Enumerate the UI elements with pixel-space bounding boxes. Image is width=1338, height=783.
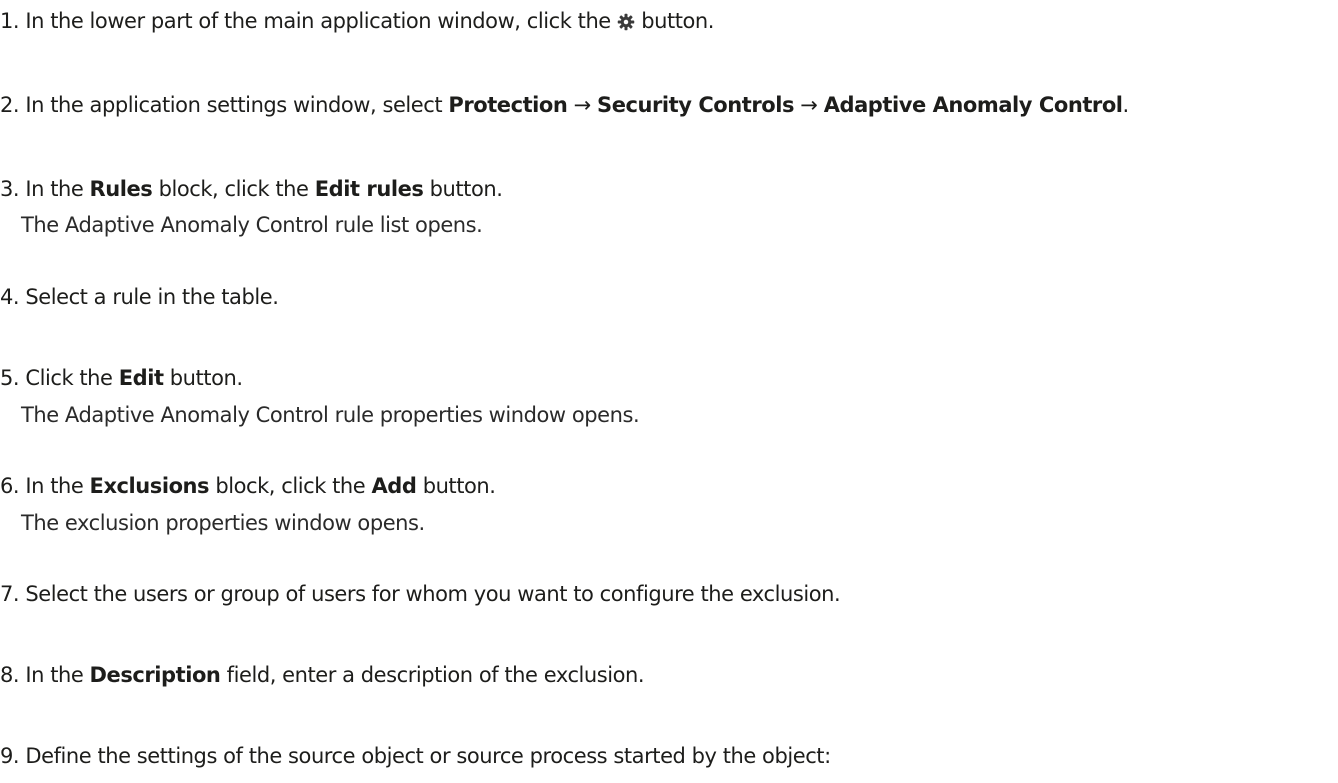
step-7: 7. Select the users or group of users fo… xyxy=(0,582,841,606)
arrow: → xyxy=(573,93,592,117)
step-text: block, click the xyxy=(152,177,315,201)
step-text: button. xyxy=(423,177,503,201)
path-protection: Protection xyxy=(448,93,568,117)
step-text: button. xyxy=(416,474,496,498)
step-text: Select a rule in the table. xyxy=(25,285,279,309)
rules-label: Rules xyxy=(89,177,153,201)
step-text: Define the settings of the source object… xyxy=(25,744,831,768)
step-5-result: The Adaptive Anomaly Control rule proper… xyxy=(21,403,640,427)
step-number: 7. xyxy=(0,582,20,606)
edit-label: Edit xyxy=(118,366,164,390)
step-3-result: The Adaptive Anomaly Control rule list o… xyxy=(21,213,483,237)
step-5: 5. Click the Edit button. xyxy=(0,366,243,390)
path-security-controls: Security Controls xyxy=(597,93,795,117)
gear-icon xyxy=(617,13,635,31)
step-8: 8. In the Description field, enter a des… xyxy=(0,663,645,687)
period: . xyxy=(1122,93,1130,117)
step-text: button. xyxy=(635,9,715,33)
step-number: 3. xyxy=(0,177,20,201)
step-text: Click the xyxy=(25,366,119,390)
step-text: block, click the xyxy=(209,474,372,498)
description-label: Description xyxy=(89,663,221,687)
step-text: field, enter a description of the exclus… xyxy=(220,663,645,687)
step-number: 9. xyxy=(0,744,20,768)
add-label: Add xyxy=(371,474,417,498)
step-number: 2. xyxy=(0,93,20,117)
step-number: 4. xyxy=(0,285,20,309)
step-2: 2. In the application settings window, s… xyxy=(0,93,1129,117)
step-text: In the lower part of the main applicatio… xyxy=(25,9,617,33)
step-text: button. xyxy=(163,366,243,390)
step-text: In the xyxy=(25,177,90,201)
step-text: In the xyxy=(25,663,90,687)
step-6: 6. In the Exclusions block, click the Ad… xyxy=(0,474,496,498)
step-text: In the application settings window, sele… xyxy=(25,93,449,117)
step-text: In the xyxy=(25,474,90,498)
step-number: 1. xyxy=(0,9,20,33)
step-3: 3. In the Rules block, click the Edit ru… xyxy=(0,177,503,201)
step-number: 5. xyxy=(0,366,20,390)
path-adaptive-anomaly-control: Adaptive Anomaly Control xyxy=(823,93,1123,117)
edit-rules-label: Edit rules xyxy=(314,177,424,201)
step-text: Select the users or group of users for w… xyxy=(25,582,841,606)
step-6-result: The exclusion properties window opens. xyxy=(21,511,425,535)
step-4: 4. Select a rule in the table. xyxy=(0,285,279,309)
arrow: → xyxy=(800,93,818,117)
step-number: 8. xyxy=(0,663,20,687)
step-number: 6. xyxy=(0,474,20,498)
step-1: 1. In the lower part of the main applica… xyxy=(0,9,714,33)
exclusions-label: Exclusions xyxy=(89,474,210,498)
step-9: 9. Define the settings of the source obj… xyxy=(0,744,831,768)
